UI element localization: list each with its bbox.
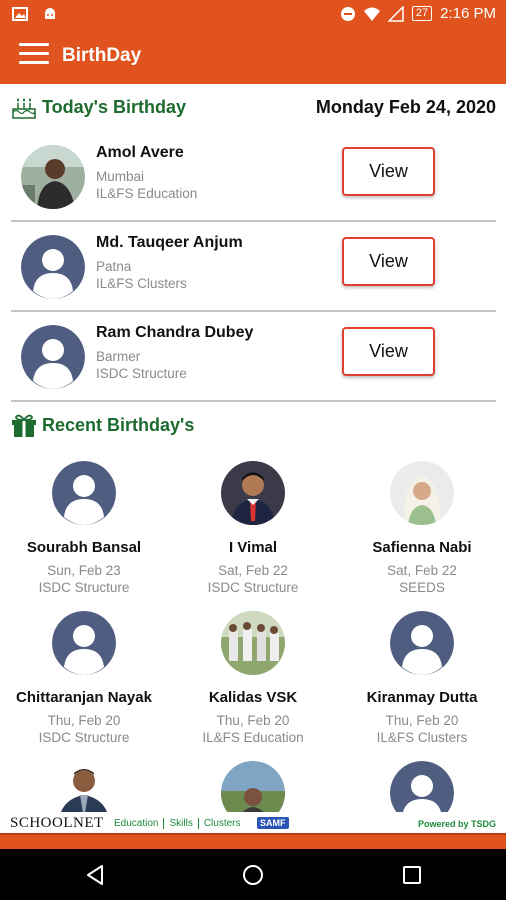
- system-nav-bar: [0, 849, 506, 900]
- recent-birthday-card[interactable]: Sourabh Bansal Sun, Feb 23 ISDC Structur…: [0, 461, 168, 611]
- android-notification-icon: [45, 8, 55, 19]
- signal-icon: [387, 5, 404, 22]
- person-org: ISDC Structure: [38, 580, 130, 595]
- person-name: Sourabh Bansal: [26, 539, 142, 556]
- today-date: Monday Feb 24, 2020: [315, 97, 496, 117]
- person-org: ISDC Structure: [207, 580, 299, 595]
- person-name: Md. Tauqeer Anjum: [96, 234, 243, 251]
- person-name: Amol Avere: [96, 144, 184, 161]
- footer-link-education[interactable]: Education: [109, 818, 163, 829]
- avatar: [221, 461, 285, 525]
- person-org: SEEDS: [399, 580, 445, 595]
- footer-links: Education Skills Clusters: [109, 818, 246, 829]
- today-list-item: Amol Avere Mumbai IL&FS Education View: [11, 132, 496, 222]
- person-placeholder-icon: [390, 761, 454, 812]
- recent-birthday-card[interactable]: Safienna Nabi Sat, Feb 22 SEEDS: [338, 461, 506, 611]
- todays-birthday-header: Today's Birthday Monday Feb 24, 2020: [0, 93, 506, 123]
- person-org: ISDC Structure: [38, 730, 130, 745]
- person-placeholder-icon: [21, 235, 85, 299]
- birthday-date: Sat, Feb 22: [218, 563, 288, 578]
- avatar: [52, 761, 116, 812]
- person-placeholder-icon: [52, 461, 116, 525]
- person-name: Kiranmay Dutta: [366, 689, 478, 706]
- person-city: Mumbai: [96, 169, 145, 184]
- cake-icon: [12, 98, 36, 119]
- person-placeholder-icon: [52, 611, 116, 675]
- avatar: [221, 611, 285, 675]
- recent-birthday-card[interactable]: Kiranmay Dutta Thu, Feb 20 IL&FS Cluster…: [338, 611, 506, 761]
- person-org: IL&FS Education: [96, 186, 198, 201]
- recent-birthdays-header: Recent Birthday's: [0, 411, 506, 441]
- person-org: IL&FS Clusters: [376, 730, 468, 745]
- avatar: [52, 611, 116, 675]
- image-notification-icon: [12, 7, 28, 21]
- avatar: [21, 325, 85, 389]
- view-button[interactable]: View: [342, 237, 435, 286]
- schoolnet-logo: SCHOOLNET: [10, 815, 104, 831]
- birthday-date: Thu, Feb 20: [385, 713, 459, 728]
- recent-birthdays-label: Recent Birthday's: [42, 415, 195, 435]
- avatar: [390, 461, 454, 525]
- avatar: [21, 235, 85, 299]
- app-bar: BirthDay: [0, 30, 506, 84]
- avatar: [221, 761, 285, 812]
- recent-birthday-card[interactable]: I Vimal Sat, Feb 22 ISDC Structure: [169, 461, 337, 611]
- person-placeholder-icon: [390, 611, 454, 675]
- status-bar: 27 2:16 PM: [0, 0, 506, 30]
- person-name: I Vimal: [228, 539, 278, 556]
- view-button[interactable]: View: [342, 147, 435, 196]
- recent-birthday-card[interactable]: [169, 761, 337, 812]
- person-city: Patna: [96, 259, 132, 274]
- recent-birthday-card[interactable]: [338, 761, 506, 812]
- samf-logo: SAMF: [257, 817, 289, 829]
- do-not-disturb-icon: [340, 6, 355, 21]
- avatar: [390, 761, 454, 812]
- recent-birthday-card[interactable]: [0, 761, 168, 812]
- battery-icon: 27: [411, 6, 433, 21]
- person-org: IL&FS Clusters: [96, 276, 187, 291]
- todays-birthday-label: Today's Birthday: [42, 97, 186, 117]
- person-placeholder-icon: [21, 325, 85, 389]
- app-title: BirthDay: [62, 45, 142, 66]
- avatar: [52, 461, 116, 525]
- today-list-item: Ram Chandra Dubey Barmer ISDC Structure …: [11, 312, 496, 402]
- person-name: Safienna Nabi: [372, 539, 472, 556]
- person-name: Kalidas VSK: [208, 689, 298, 706]
- person-name: Chittaranjan Nayak: [16, 689, 152, 706]
- recents-icon[interactable]: [400, 863, 424, 887]
- gift-icon: [12, 414, 36, 437]
- view-button[interactable]: View: [342, 327, 435, 376]
- footer-link-skills[interactable]: Skills: [163, 818, 197, 829]
- home-icon[interactable]: [241, 863, 265, 887]
- back-icon[interactable]: [84, 863, 108, 887]
- avatar: [21, 145, 85, 209]
- footer-link-clusters[interactable]: Clusters: [197, 818, 246, 829]
- avatar: [390, 611, 454, 675]
- birthday-date: Thu, Feb 20: [216, 713, 290, 728]
- birthday-date: Thu, Feb 20: [47, 713, 121, 728]
- person-name: Ram Chandra Dubey: [96, 324, 254, 341]
- person-org: ISDC Structure: [96, 366, 187, 381]
- hamburger-icon[interactable]: [19, 43, 49, 67]
- today-list-item: Md. Tauqeer Anjum Patna IL&FS Clusters V…: [11, 222, 496, 312]
- recent-birthday-card[interactable]: Chittaranjan Nayak Thu, Feb 20 ISDC Stru…: [0, 611, 168, 761]
- recent-birthday-card[interactable]: Kalidas VSK Thu, Feb 20 IL&FS Education: [169, 611, 337, 761]
- person-city: Barmer: [96, 349, 141, 364]
- birthday-date: Sun, Feb 23: [47, 563, 121, 578]
- footer-divider: [0, 833, 506, 849]
- status-time: 2:16 PM: [440, 5, 496, 22]
- birthday-date: Sat, Feb 22: [387, 563, 457, 578]
- powered-by: Powered by TSDG: [417, 819, 496, 829]
- person-org: IL&FS Education: [202, 730, 304, 745]
- wifi-icon: [363, 7, 380, 21]
